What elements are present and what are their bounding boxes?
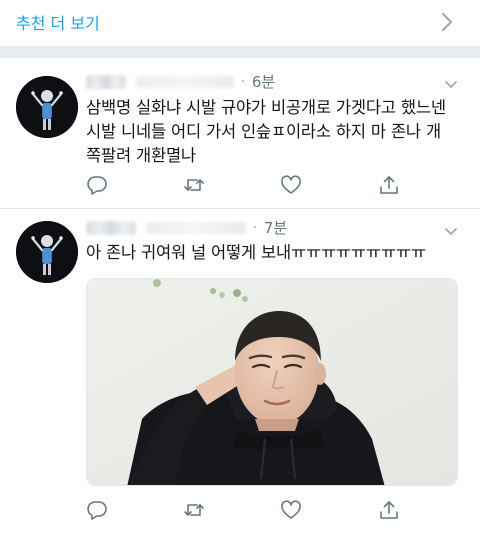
tweet-timestamp[interactable]: 6분 xyxy=(252,73,275,91)
chevron-down-icon[interactable] xyxy=(444,80,458,90)
tweet-actions xyxy=(0,499,480,527)
section-separator xyxy=(0,46,480,58)
tweet-header: · 6분 xyxy=(86,71,275,91)
redacted-handle xyxy=(136,75,235,88)
redacted-handle xyxy=(146,221,247,234)
avatar-photo xyxy=(16,76,78,138)
recommend-more-label: 추천 더 보기 xyxy=(16,14,100,33)
tweet-photo[interactable] xyxy=(86,278,458,486)
avatar[interactable] xyxy=(16,221,78,283)
chevron-right-icon xyxy=(442,13,452,31)
avatar[interactable] xyxy=(16,76,78,138)
saluting-man-photo xyxy=(87,279,457,485)
tweet-text-line: 시발 니네들 어디 가서 인슾ㅍ이라소 하지 마 존나 개 xyxy=(86,122,441,141)
reply-icon[interactable] xyxy=(86,174,108,196)
tweet-header: · 7분 xyxy=(86,217,287,237)
tweet-2[interactable]: · 7분 아 존나 귀여워 널 어떻게 보내ㅠㅠㅠㅠㅠㅠㅠㅠㅠ xyxy=(0,209,480,541)
share-icon[interactable] xyxy=(378,174,400,196)
retweet-icon[interactable] xyxy=(183,499,205,521)
separator-dot: · xyxy=(240,73,246,90)
tweet-text: 아 존나 귀여워 널 어떻게 보내ㅠㅠㅠㅠㅠㅠㅠㅠㅠ xyxy=(86,241,466,265)
tweet-text: 삼백명 실화냐 시발 규야가 비공개로 가겟다고 했느넨 시발 니네들 어디 가… xyxy=(86,96,466,168)
like-icon[interactable] xyxy=(280,174,302,196)
like-icon[interactable] xyxy=(280,499,302,521)
avatar-photo xyxy=(16,221,78,283)
recommend-more-bar[interactable]: 추천 더 보기 xyxy=(0,0,480,46)
share-icon[interactable] xyxy=(378,499,400,521)
tweet-actions xyxy=(0,174,480,202)
chevron-down-icon[interactable] xyxy=(444,227,458,237)
reply-icon[interactable] xyxy=(86,499,108,521)
redacted-username xyxy=(86,74,126,89)
tweet-timestamp[interactable]: 7분 xyxy=(264,219,287,237)
separator-dot: · xyxy=(252,219,258,236)
tweet-1[interactable]: · 6분 삼백명 실화냐 시발 규야가 비공개로 가겟다고 했느넨 시발 니네들… xyxy=(0,58,480,208)
tweet-text-line: 쪽팔려 개환멸나 xyxy=(86,146,196,165)
redacted-username xyxy=(86,220,136,235)
tweet-text-line: 삼백명 실화냐 시발 규야가 비공개로 가겟다고 했느넨 xyxy=(86,98,446,117)
retweet-icon[interactable] xyxy=(183,174,205,196)
tweet-text-line: 아 존나 귀여워 널 어떻게 보내ㅠㅠㅠㅠㅠㅠㅠㅠㅠ xyxy=(86,243,426,262)
